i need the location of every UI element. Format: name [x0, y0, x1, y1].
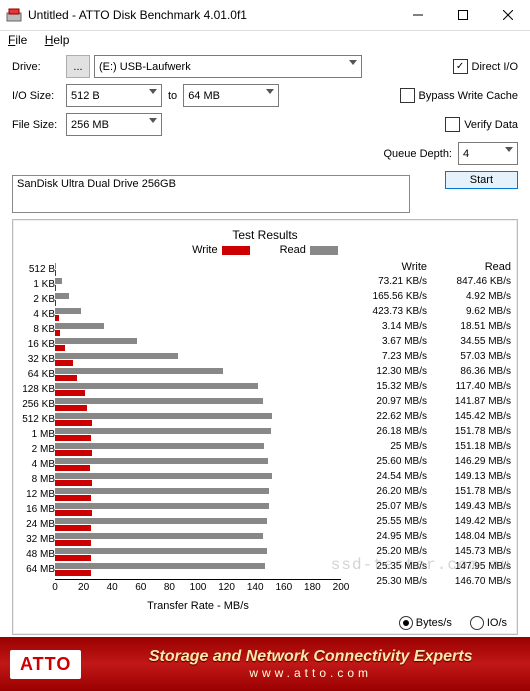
chart-bars: 020406080100120140160180200 Transfer Rat…: [55, 260, 341, 612]
results-table: WriteRead 73.21 KB/s847.46 KB/s165.56 KB…: [341, 260, 515, 612]
title-bar: Untitled - ATTO Disk Benchmark 4.01.0f1: [0, 0, 530, 31]
value-row: 7.23 MB/s57.03 MB/s: [341, 349, 515, 364]
value-row: 423.73 KB/s9.62 MB/s: [341, 304, 515, 319]
drive-label: Drive:: [12, 61, 66, 73]
direct-io-label: Direct I/O: [472, 61, 518, 73]
browse-button[interactable]: ...: [66, 55, 90, 78]
bar-row: [55, 397, 341, 412]
to-label: to: [168, 90, 177, 102]
minimize-button[interactable]: [395, 0, 440, 30]
footer-banner: ATTO Storage and Network Connectivity Ex…: [0, 637, 530, 691]
bar-row: [55, 532, 341, 547]
chevron-down-icon: [349, 60, 357, 65]
atto-logo: ATTO: [10, 650, 81, 679]
results-title: Test Results: [15, 228, 515, 242]
window-title: Untitled - ATTO Disk Benchmark 4.01.0f1: [28, 8, 395, 22]
chevron-down-icon: [266, 89, 274, 94]
value-row: 22.62 MB/s145.42 MB/s: [341, 409, 515, 424]
menu-bar: File Help: [0, 31, 530, 49]
value-row: 25.07 MB/s149.43 MB/s: [341, 499, 515, 514]
results-panel: Test Results Write Read 512 B1 KB2 KB4 K…: [12, 219, 518, 635]
unit-ios-radio[interactable]: IO/s: [470, 616, 507, 630]
value-row: 165.56 KB/s4.92 MB/s: [341, 289, 515, 304]
value-row: 24.95 MB/s148.04 MB/s: [341, 529, 515, 544]
queue-label: Queue Depth:: [384, 148, 453, 160]
chart-legend: Write Read: [15, 244, 515, 256]
value-row: 25.60 MB/s146.29 MB/s: [341, 454, 515, 469]
bypass-label: Bypass Write Cache: [419, 90, 518, 102]
chart-y-labels: 512 B1 KB2 KB4 KB8 KB16 KB32 KB64 KB128 …: [15, 260, 55, 612]
unit-bytes-radio[interactable]: Bytes/s: [399, 616, 452, 630]
chevron-down-icon: [149, 89, 157, 94]
footer-url: www.atto.com: [91, 666, 530, 680]
bar-row: [55, 502, 341, 517]
bar-row: [55, 292, 341, 307]
bypass-checkbox[interactable]: [400, 88, 415, 103]
bar-row: [55, 427, 341, 442]
filesize-label: File Size:: [12, 119, 66, 131]
filesize-select[interactable]: 256 MB: [66, 113, 162, 136]
value-row: 20.97 MB/s141.87 MB/s: [341, 394, 515, 409]
device-list[interactable]: SanDisk Ultra Dual Drive 256GB: [12, 175, 410, 213]
value-row: 3.14 MB/s18.51 MB/s: [341, 319, 515, 334]
bar-row: [55, 322, 341, 337]
value-row: 15.32 MB/s117.40 MB/s: [341, 379, 515, 394]
bar-row: [55, 412, 341, 427]
chart-x-axis: 020406080100120140160180200: [55, 579, 341, 598]
chevron-down-icon: [149, 118, 157, 123]
read-swatch: [310, 246, 338, 255]
menu-help[interactable]: Help: [45, 33, 70, 47]
start-button[interactable]: Start: [445, 171, 518, 189]
value-row: 25.55 MB/s149.42 MB/s: [341, 514, 515, 529]
value-row: 3.67 MB/s34.55 MB/s: [341, 334, 515, 349]
bar-row: [55, 472, 341, 487]
bar-row: [55, 517, 341, 532]
close-button[interactable]: [485, 0, 530, 30]
value-row: 73.21 KB/s847.46 KB/s: [341, 274, 515, 289]
verify-checkbox[interactable]: [445, 117, 460, 132]
footer-tagline: Storage and Network Connectivity Experts: [91, 648, 530, 666]
write-swatch: [222, 246, 250, 255]
value-row: 25.20 MB/s145.73 MB/s: [341, 544, 515, 559]
value-row: 25.30 MB/s146.70 MB/s: [341, 574, 515, 589]
bar-row: [55, 442, 341, 457]
bar-row: [55, 562, 341, 577]
iosize-to-select[interactable]: 64 MB: [183, 84, 279, 107]
drive-select[interactable]: (E:) USB-Laufwerk: [94, 55, 362, 78]
menu-file[interactable]: File: [8, 33, 27, 47]
value-row: 12.30 MB/s86.36 MB/s: [341, 364, 515, 379]
bar-row: [55, 487, 341, 502]
value-row: 26.18 MB/s151.78 MB/s: [341, 424, 515, 439]
value-row: 25 MB/s151.18 MB/s: [341, 439, 515, 454]
value-row: 25.35 MB/s147.95 MB/s: [341, 559, 515, 574]
direct-io-checkbox[interactable]: ✓: [453, 59, 468, 74]
bar-row: [55, 382, 341, 397]
verify-label: Verify Data: [464, 119, 518, 131]
bar-row: [55, 262, 341, 277]
bar-row: [55, 352, 341, 367]
bar-row: [55, 277, 341, 292]
bar-row: [55, 367, 341, 382]
chevron-down-icon: [505, 147, 513, 152]
maximize-button[interactable]: [440, 0, 485, 30]
iosize-label: I/O Size:: [12, 90, 66, 102]
queue-select[interactable]: 4: [458, 142, 518, 165]
iosize-from-select[interactable]: 512 B: [66, 84, 162, 107]
bar-row: [55, 337, 341, 352]
app-icon: [6, 7, 22, 23]
value-row: 26.20 MB/s151.78 MB/s: [341, 484, 515, 499]
chart-x-label: Transfer Rate - MB/s: [55, 600, 341, 612]
bar-row: [55, 547, 341, 562]
bar-row: [55, 457, 341, 472]
value-row: 24.54 MB/s149.13 MB/s: [341, 469, 515, 484]
device-item[interactable]: SanDisk Ultra Dual Drive 256GB: [17, 178, 405, 190]
bar-row: [55, 307, 341, 322]
